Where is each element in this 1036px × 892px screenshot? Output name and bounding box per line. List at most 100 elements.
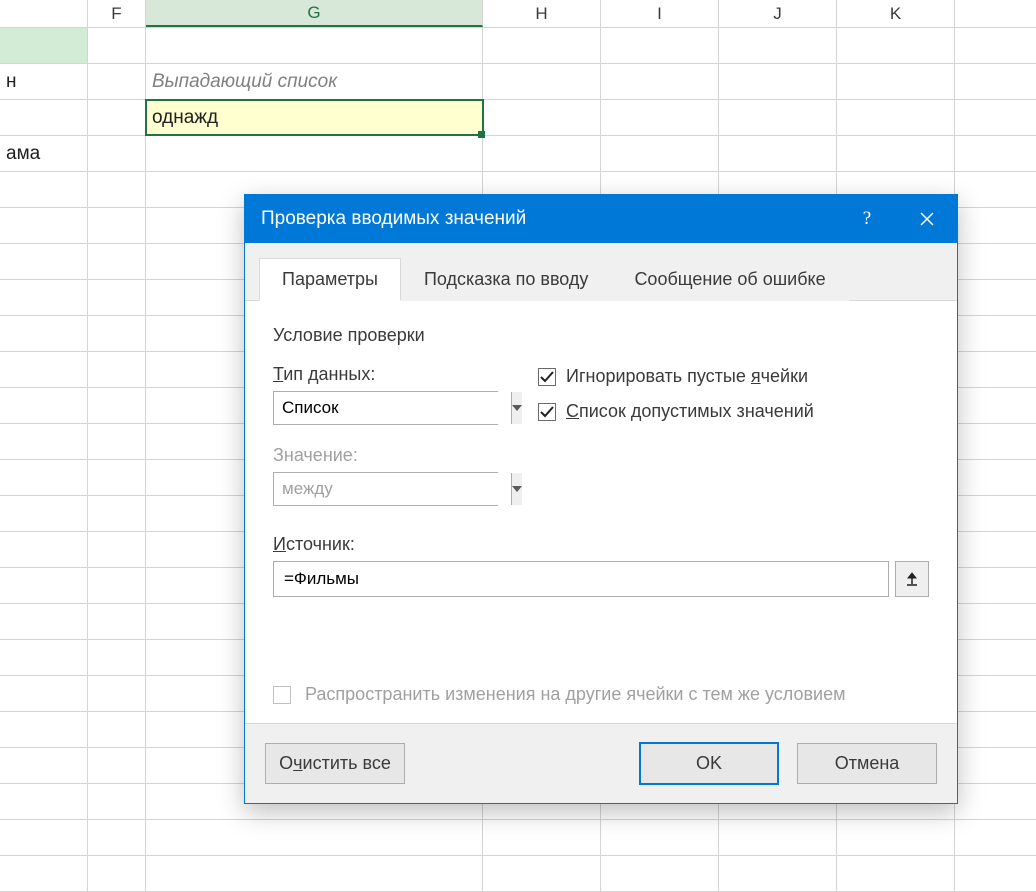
cell[interactable]	[837, 28, 955, 63]
cell[interactable]	[955, 172, 1036, 207]
tab-parameters[interactable]: Параметры	[259, 258, 401, 301]
cell[interactable]	[601, 28, 719, 63]
cell[interactable]	[601, 64, 719, 99]
cell[interactable]	[955, 784, 1036, 819]
cell[interactable]	[483, 28, 601, 63]
cell[interactable]	[837, 64, 955, 99]
cell[interactable]	[837, 856, 955, 891]
cell[interactable]	[719, 64, 837, 99]
cell[interactable]	[955, 388, 1036, 423]
column-head-I[interactable]: I	[601, 0, 719, 27]
cell[interactable]	[955, 424, 1036, 459]
cell[interactable]	[719, 136, 837, 171]
cell[interactable]	[0, 460, 88, 495]
cell[interactable]	[146, 28, 483, 63]
cell[interactable]	[0, 496, 88, 531]
cell[interactable]	[88, 388, 146, 423]
cell[interactable]	[955, 748, 1036, 783]
cell[interactable]	[88, 244, 146, 279]
cell[interactable]	[0, 568, 88, 603]
cell[interactable]	[0, 604, 88, 639]
cell[interactable]	[955, 856, 1036, 891]
cell[interactable]	[483, 100, 601, 135]
cell[interactable]	[88, 496, 146, 531]
clear-all-button[interactable]: Очистить все	[265, 743, 405, 784]
cell[interactable]	[88, 532, 146, 567]
cell[interactable]	[955, 244, 1036, 279]
cell[interactable]	[719, 856, 837, 891]
cell[interactable]	[0, 640, 88, 675]
cell[interactable]	[88, 172, 146, 207]
dialog-titlebar[interactable]: Проверка вводимых значений ?	[245, 195, 957, 243]
cell[interactable]	[0, 748, 88, 783]
cell[interactable]	[88, 100, 146, 135]
column-head-G[interactable]: G	[146, 0, 483, 27]
cell[interactable]	[955, 280, 1036, 315]
cell[interactable]	[483, 136, 601, 171]
cell[interactable]	[955, 100, 1036, 135]
cell[interactable]	[0, 172, 88, 207]
cell[interactable]	[146, 820, 483, 855]
cell[interactable]	[483, 64, 601, 99]
cell[interactable]	[0, 316, 88, 351]
tab-input-message[interactable]: Подсказка по вводу	[401, 258, 611, 301]
datatype-value[interactable]	[274, 392, 511, 424]
column-head-J[interactable]: J	[719, 0, 837, 27]
cell[interactable]	[955, 352, 1036, 387]
cell[interactable]	[146, 856, 483, 891]
cell[interactable]	[601, 856, 719, 891]
cell[interactable]	[601, 820, 719, 855]
cell[interactable]	[955, 640, 1036, 675]
cell[interactable]	[837, 136, 955, 171]
cell[interactable]	[955, 496, 1036, 531]
cell[interactable]	[0, 280, 88, 315]
chevron-down-icon[interactable]	[511, 392, 522, 424]
checkbox-ignore-blank[interactable]: Игнорировать пустые ячейки	[538, 366, 814, 387]
cell[interactable]	[0, 784, 88, 819]
cell[interactable]	[955, 460, 1036, 495]
active-cell[interactable]: однажд	[146, 100, 483, 135]
cell[interactable]	[88, 136, 146, 171]
cell[interactable]	[955, 316, 1036, 351]
cell[interactable]	[88, 568, 146, 603]
column-head-K[interactable]: K	[837, 0, 955, 27]
cell[interactable]	[719, 820, 837, 855]
cell[interactable]	[88, 424, 146, 459]
cell[interactable]	[955, 568, 1036, 603]
cell[interactable]	[88, 316, 146, 351]
datatype-combo[interactable]	[273, 391, 498, 425]
column-head-H[interactable]: H	[483, 0, 601, 27]
cell[interactable]	[837, 820, 955, 855]
cell[interactable]: ама	[0, 136, 88, 171]
cell[interactable]	[955, 208, 1036, 243]
cell[interactable]	[146, 136, 483, 171]
cell[interactable]	[88, 604, 146, 639]
column-head-F[interactable]: F	[88, 0, 146, 27]
cell[interactable]	[0, 712, 88, 747]
cell[interactable]	[88, 28, 146, 63]
tab-error-alert[interactable]: Сообщение об ошибке	[611, 258, 848, 301]
cell[interactable]	[0, 352, 88, 387]
cell[interactable]	[88, 856, 146, 891]
cell[interactable]	[955, 676, 1036, 711]
help-button[interactable]: ?	[837, 195, 897, 243]
cell[interactable]	[0, 388, 88, 423]
cell[interactable]	[0, 244, 88, 279]
ok-button[interactable]: OK	[639, 742, 779, 785]
source-input[interactable]	[273, 561, 889, 597]
range-picker-button[interactable]	[895, 561, 929, 597]
cell[interactable]	[0, 676, 88, 711]
cell[interactable]	[0, 532, 88, 567]
column-head-partial[interactable]	[0, 0, 88, 27]
cell[interactable]	[955, 532, 1036, 567]
cell[interactable]	[719, 28, 837, 63]
cell-dropdown-header[interactable]: Выпадающий список	[146, 64, 483, 99]
cell[interactable]	[955, 64, 1036, 99]
cell[interactable]	[483, 856, 601, 891]
cell[interactable]	[0, 100, 88, 135]
cell[interactable]	[0, 424, 88, 459]
close-button[interactable]	[897, 195, 957, 243]
checkbox-in-cell-dropdown[interactable]: Список допустимых значений	[538, 401, 814, 422]
cell[interactable]	[955, 136, 1036, 171]
cell[interactable]	[88, 280, 146, 315]
